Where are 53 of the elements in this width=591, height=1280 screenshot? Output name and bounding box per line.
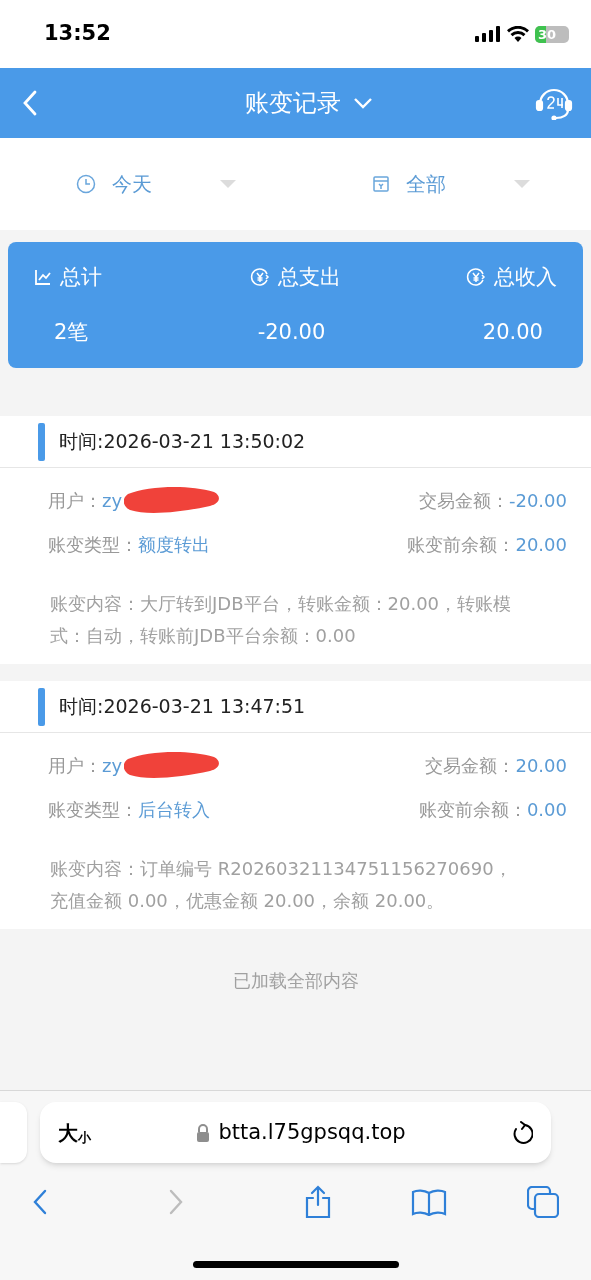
chevron-down-icon — [352, 97, 373, 109]
record-time: 时间:2026-03-21 13:50:02 — [59, 429, 306, 455]
balance-label: 账变前余额： — [418, 797, 527, 822]
bookmarks-icon[interactable] — [411, 1188, 448, 1216]
record-content: 账变内容：订单编号 R20260321134751156270690，充值金额 0.00，优惠金额 20.00，余额 20.00。 — [49, 857, 513, 913]
tabs-icon[interactable] — [527, 1186, 559, 1218]
record-content: 账变内容：大厅转到JDB平台，转账金额：20.00，转账模式：自动，转账前JDB平台余额：0.00 — [49, 592, 513, 648]
url-text: btta.l75gpsqq.top — [218, 1118, 406, 1146]
amount-value: -20.00 — [508, 488, 567, 513]
type-value: 额度转出 — [138, 532, 210, 557]
lock-icon — [196, 1123, 211, 1142]
filter-dropdown[interactable]: 全部 — [295, 169, 591, 199]
amount-label: 交易金额： — [418, 488, 509, 513]
accent-bar — [38, 687, 45, 726]
type-value: 后台转入 — [138, 797, 210, 822]
amount-value: 20.00 — [515, 753, 567, 778]
summary-label: 总收入 — [494, 263, 557, 291]
summary-value: 20.00 — [482, 319, 544, 346]
clock-icon — [76, 174, 96, 194]
caret-icon — [220, 180, 236, 188]
all-loaded-text: 已加载全部内容 — [232, 969, 359, 993]
user-label: 用户： — [48, 753, 102, 778]
summary-label: 总计 — [60, 263, 102, 291]
record-time: 时间:2026-03-21 13:47:51 — [59, 694, 306, 720]
text-size-button[interactable]: 大小 — [58, 1117, 91, 1148]
wifi-icon — [507, 26, 529, 42]
caret-icon — [513, 180, 530, 188]
status-time: 13:52 — [44, 20, 111, 48]
type-label: 账变类型： — [48, 797, 138, 822]
back-icon[interactable] — [32, 1189, 48, 1215]
accent-bar — [38, 422, 45, 461]
calendar-icon — [371, 175, 390, 193]
summary-label: 总支出 — [278, 263, 341, 291]
amount-label: 交易金额： — [425, 753, 516, 778]
balance-value: 20.00 — [515, 532, 567, 557]
user-name: zy — [102, 488, 123, 513]
yen-coin-icon — [250, 267, 270, 288]
filter-dropdown[interactable]: 今天 — [0, 169, 296, 199]
address-bar[interactable]: 大小 btta.l75gpsqq.top — [40, 1102, 551, 1163]
chart-icon — [34, 268, 52, 287]
balance-value: 0.00 — [526, 797, 567, 822]
type-label: 账变类型： — [48, 532, 138, 557]
summary-value: -20.00 — [257, 319, 327, 346]
share-icon[interactable] — [303, 1185, 332, 1219]
title-dropdown[interactable]: 账变记录 — [244, 85, 373, 121]
reload-icon[interactable] — [511, 1120, 533, 1145]
summary-value: 2笔 — [53, 319, 89, 346]
headset-icon[interactable] — [535, 86, 573, 120]
user-label: 用户： — [48, 488, 102, 513]
user-name: zy — [102, 753, 123, 778]
yen-coin-icon — [466, 267, 486, 288]
balance-label: 账变前余额： — [407, 532, 516, 557]
signal-icon — [475, 26, 501, 42]
